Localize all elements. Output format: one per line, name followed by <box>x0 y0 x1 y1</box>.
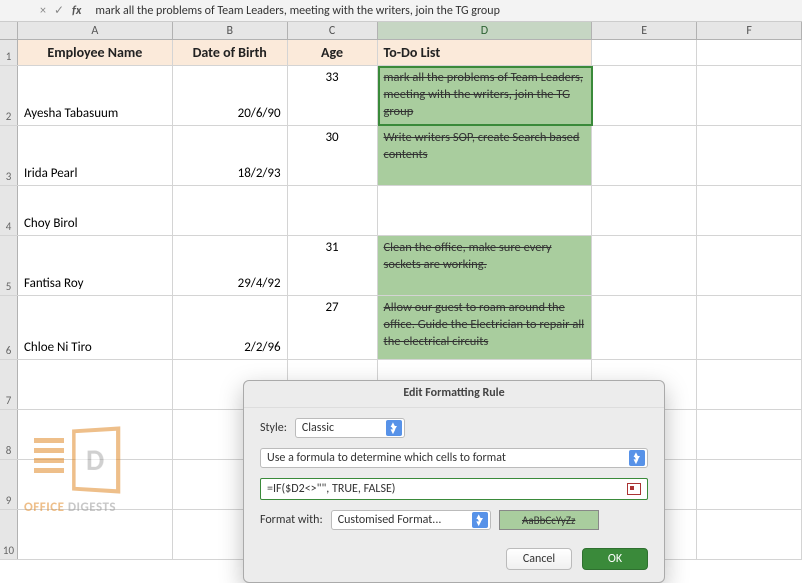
cell-empty[interactable] <box>697 510 802 559</box>
formula-cancel-icon[interactable]: × <box>40 4 46 18</box>
watermark-logo: D OFFICE DIGESTS <box>24 420 164 520</box>
cell-age[interactable]: 33 <box>288 66 378 125</box>
column-header-D[interactable]: D <box>378 22 593 39</box>
dialog-title: Edit Formatting Rule <box>244 381 664 408</box>
cell-age[interactable]: 31 <box>288 236 378 295</box>
row-header-5[interactable]: 5 <box>0 236 18 295</box>
cell-empty[interactable] <box>592 236 697 295</box>
cell-empty[interactable] <box>697 410 802 459</box>
formula-bar-value[interactable]: mark all the problems of Team Leaders, m… <box>89 4 802 18</box>
format-with-value: Customised Format... <box>338 513 442 527</box>
cell-name[interactable] <box>18 360 173 409</box>
row-header-8[interactable]: 8 <box>0 410 18 459</box>
cell-empty[interactable] <box>592 66 697 125</box>
cell-dob[interactable]: 29/4/92 <box>173 236 288 295</box>
chevron-down-icon: ▲▼ <box>472 512 488 528</box>
cell-age[interactable] <box>288 186 378 235</box>
column-header-E[interactable]: E <box>592 22 697 39</box>
fx-icon[interactable]: fx <box>72 4 81 18</box>
edit-formatting-rule-dialog: Edit Formatting Rule Style: Classic ▲▼ U… <box>243 380 665 583</box>
watermark-text: OFFICE DIGESTS <box>24 500 116 515</box>
select-all-corner[interactable] <box>0 22 18 39</box>
format-with-label: Format with: <box>260 513 323 527</box>
row-header-6[interactable]: 6 <box>0 296 18 359</box>
cell-empty[interactable] <box>697 126 802 185</box>
header-age[interactable]: Age <box>288 40 378 65</box>
formula-confirm-icon[interactable]: ✓ <box>54 3 64 18</box>
header-date-of-birth[interactable]: Date of Birth <box>173 40 288 65</box>
cell-name[interactable]: Choy Birol <box>18 186 173 235</box>
cell-E1[interactable] <box>592 40 697 65</box>
column-header-B[interactable]: B <box>173 22 288 39</box>
table-row: 2Ayesha Tabasuum20/6/9033mark all the pr… <box>0 66 802 126</box>
watermark-letter: D <box>72 426 120 493</box>
cell-age[interactable]: 30 <box>288 126 378 185</box>
ok-button[interactable]: OK <box>582 548 648 570</box>
row-header-7[interactable]: 7 <box>0 360 18 409</box>
cell-empty[interactable] <box>697 296 802 359</box>
cell-empty[interactable] <box>697 460 802 509</box>
style-select-value: Classic <box>302 421 334 435</box>
formula-input-value: =IF($D2<>"", TRUE, FALSE) <box>267 482 395 496</box>
cell-todo[interactable]: mark all the problems of Team Leaders, m… <box>378 66 593 125</box>
row-header-2[interactable]: 2 <box>0 66 18 125</box>
table-row: 3Irida Pearl18/2/9330Write writers SOP, … <box>0 126 802 186</box>
cell-empty[interactable] <box>592 126 697 185</box>
cell-name[interactable]: Chloe Ni Tiro <box>18 296 173 359</box>
formula-bar: × ✓ fx mark all the problems of Team Lea… <box>0 0 802 22</box>
row-header-4[interactable]: 4 <box>0 186 18 235</box>
cell-dob[interactable]: 20/6/90 <box>173 66 288 125</box>
column-header-row: A B C D E F <box>0 22 802 40</box>
cell-name[interactable]: Ayesha Tabasuum <box>18 66 173 125</box>
cell-todo[interactable]: Clean the office, make sure every socket… <box>378 236 593 295</box>
cell-dob[interactable]: 18/2/93 <box>173 126 288 185</box>
cancel-button[interactable]: Cancel <box>506 548 572 570</box>
cell-name[interactable]: Fantisa Roy <box>18 236 173 295</box>
cell-name[interactable]: Irida Pearl <box>18 126 173 185</box>
cell-empty[interactable] <box>697 186 802 235</box>
format-preview-swatch: AaBbCcYyZz <box>499 510 599 530</box>
table-row: 4Choy Birol <box>0 186 802 236</box>
format-with-select[interactable]: Customised Format... ▲▼ <box>331 510 491 530</box>
table-row: 6Chloe Ni Tiro2/2/9627Allow our guest to… <box>0 296 802 360</box>
cell-empty[interactable] <box>697 236 802 295</box>
cell-todo[interactable]: Write writers SOP, create Search based c… <box>378 126 593 185</box>
cell-dob[interactable]: 2/2/96 <box>173 296 288 359</box>
style-label: Style: <box>260 421 287 435</box>
row-header-9[interactable]: 9 <box>0 460 18 509</box>
cell-empty[interactable] <box>592 296 697 359</box>
table-row: 5Fantisa Roy29/4/9231Clean the office, m… <box>0 236 802 296</box>
table-header-row: 1 Employee Name Date of Birth Age To-Do … <box>0 40 802 66</box>
row-header-10[interactable]: 10 <box>0 510 18 559</box>
cell-F1[interactable] <box>697 40 802 65</box>
cell-empty[interactable] <box>697 66 802 125</box>
range-picker-icon[interactable] <box>627 483 641 495</box>
cell-todo[interactable] <box>378 186 593 235</box>
rule-type-select[interactable]: Use a formula to determine which cells t… <box>260 448 648 468</box>
header-employee-name[interactable]: Employee Name <box>18 40 173 65</box>
formula-input[interactable]: =IF($D2<>"", TRUE, FALSE) <box>260 478 648 500</box>
column-header-A[interactable]: A <box>18 22 173 39</box>
cell-todo[interactable]: Allow our guest to roam around the offic… <box>378 296 593 359</box>
chevron-down-icon: ▲▼ <box>386 420 402 436</box>
header-todo-list[interactable]: To-Do List <box>378 40 593 65</box>
cell-age[interactable]: 27 <box>288 296 378 359</box>
column-header-C[interactable]: C <box>288 22 378 39</box>
rule-type-value: Use a formula to determine which cells t… <box>267 451 506 465</box>
cell-empty[interactable] <box>592 186 697 235</box>
cell-dob[interactable] <box>173 186 288 235</box>
cell-empty[interactable] <box>697 360 802 409</box>
row-header-1[interactable]: 1 <box>0 40 18 65</box>
column-header-F[interactable]: F <box>697 22 802 39</box>
style-select[interactable]: Classic ▲▼ <box>295 418 405 438</box>
row-header-3[interactable]: 3 <box>0 126 18 185</box>
chevron-down-icon: ▲▼ <box>629 450 645 466</box>
